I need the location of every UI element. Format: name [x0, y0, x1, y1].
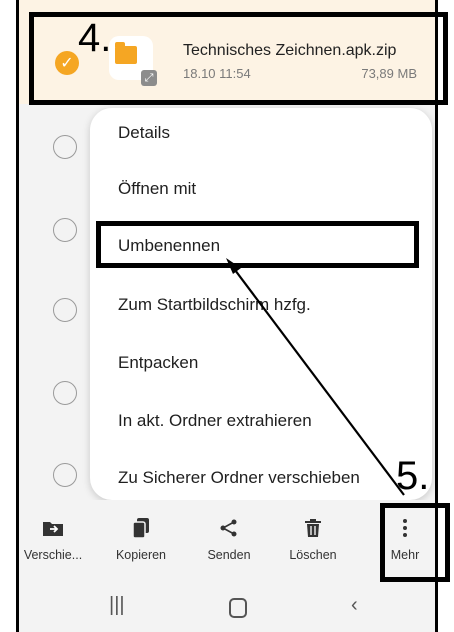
arrow-head-icon	[226, 258, 241, 274]
annotation-arrow	[226, 258, 405, 496]
